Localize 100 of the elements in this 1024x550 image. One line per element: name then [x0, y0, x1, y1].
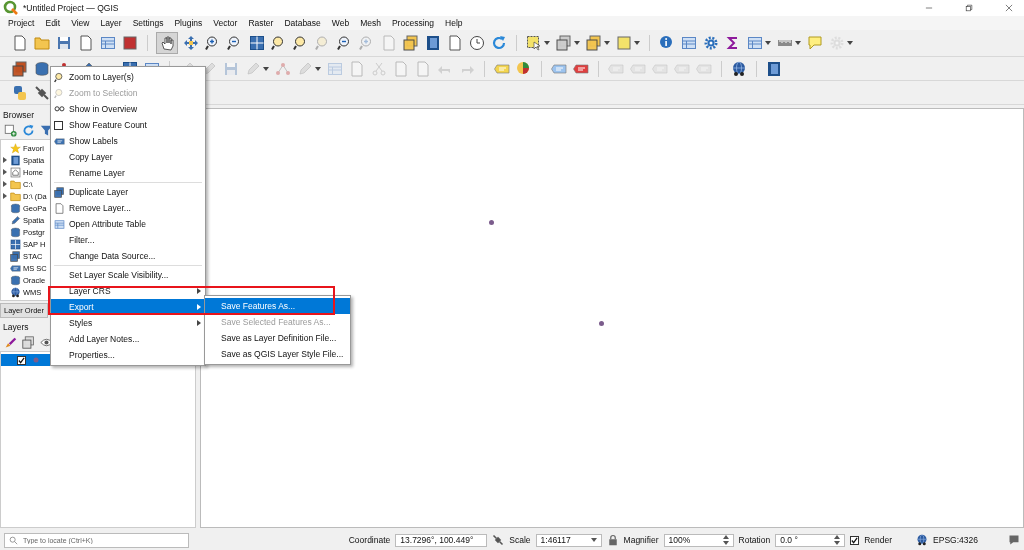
message-icon[interactable] — [1008, 534, 1020, 546]
expand-arrow-icon[interactable] — [2, 169, 8, 175]
layer-icon[interactable] — [403, 35, 419, 51]
menu-item[interactable]: Styles — [51, 315, 205, 331]
save-icon[interactable] — [56, 35, 72, 51]
search-icon[interactable] — [9, 535, 18, 545]
refresh-icon[interactable] — [491, 35, 507, 51]
menu-bar-item[interactable]: Raster — [247, 18, 275, 28]
magnifier-icon[interactable] — [54, 71, 65, 83]
menu-item[interactable]: Add Layer Notes... — [51, 331, 205, 347]
caret-icon[interactable] — [795, 41, 801, 45]
help-book-icon[interactable] — [10, 154, 21, 166]
star-icon[interactable] — [10, 142, 21, 154]
layer-icon[interactable] — [586, 35, 602, 51]
menu-bar-item[interactable]: Vector — [212, 18, 239, 28]
database-icon[interactable] — [10, 226, 21, 238]
menu-bar-item[interactable]: Help — [444, 18, 464, 28]
document-icon[interactable] — [54, 202, 65, 214]
close-icon[interactable] — [1004, 3, 1014, 13]
menu-bar-item[interactable]: Settings — [131, 18, 165, 28]
menu-item[interactable]: Remove Layer... — [51, 200, 205, 216]
expand-arrow-icon[interactable] — [2, 157, 8, 163]
spinner-arrows-icon[interactable] — [834, 535, 841, 545]
hand-icon[interactable] — [157, 33, 177, 53]
menu-item[interactable]: Filter... — [51, 232, 205, 248]
table-icon[interactable] — [54, 218, 65, 230]
menu-item[interactable]: Set Layer Scale Visibility... — [51, 267, 205, 283]
menu-bar-item[interactable]: Processing — [390, 18, 435, 28]
caret-icon[interactable] — [544, 41, 550, 45]
menu-bar-item[interactable]: Edit — [44, 18, 62, 28]
caret-icon[interactable] — [847, 41, 853, 45]
menu-item[interactable]: Save as Layer Definition File... — [205, 330, 350, 346]
menu-bar-item[interactable]: Web — [330, 18, 351, 28]
layer-icon[interactable] — [12, 60, 28, 77]
document-icon[interactable] — [78, 35, 94, 51]
checkbox[interactable] — [850, 535, 860, 545]
caret-icon[interactable] — [634, 41, 640, 45]
spinner-arrows-icon[interactable] — [722, 535, 729, 545]
layer-icon[interactable] — [22, 336, 35, 349]
magnifier-spinbox[interactable]: 100% — [663, 533, 734, 547]
help-book-icon[interactable] — [425, 35, 441, 51]
lock-icon[interactable] — [606, 534, 619, 546]
menu-bar-item[interactable]: View — [70, 18, 91, 28]
document-icon[interactable] — [447, 35, 463, 51]
square-icon[interactable] — [122, 35, 138, 51]
menu-item[interactable]: Change Data Source... — [51, 248, 205, 264]
database-icon[interactable] — [10, 274, 21, 286]
help-book-icon[interactable] — [766, 60, 782, 77]
caret-icon[interactable] — [315, 66, 321, 71]
globe-icon[interactable] — [731, 60, 747, 77]
grid-icon[interactable] — [249, 35, 265, 51]
restore-icon[interactable] — [964, 3, 974, 13]
caret-icon[interactable] — [604, 41, 610, 45]
grid-icon[interactable] — [10, 238, 21, 250]
database-icon[interactable] — [10, 202, 21, 214]
coordinate-field[interactable]: 13.7296°, 100.449° — [395, 533, 488, 547]
menu-item[interactable]: Save as QGIS Layer Style File... — [205, 346, 350, 362]
gear-icon[interactable] — [703, 35, 719, 51]
move-arrows-icon[interactable] — [183, 35, 199, 51]
menu-item[interactable]: Save Features As... — [205, 298, 350, 314]
app-logo-icon[interactable] — [3, 0, 19, 16]
expand-arrow-icon[interactable] — [2, 193, 8, 199]
add-layer-icon[interactable] — [4, 124, 17, 137]
checkbox[interactable] — [17, 355, 26, 365]
rotation-spinbox[interactable]: 0.0 ° — [775, 533, 846, 547]
python-icon[interactable] — [12, 84, 28, 101]
expand-arrow-icon[interactable] — [2, 181, 8, 187]
dropdown-caret-icon[interactable] — [590, 538, 597, 542]
menu-item[interactable]: Zoom to Layer(s) — [51, 69, 205, 85]
menu-bar-item[interactable]: Plugins — [173, 18, 204, 28]
layer-icon[interactable] — [556, 35, 572, 51]
caret-icon[interactable] — [765, 41, 771, 45]
table-icon[interactable] — [681, 35, 697, 51]
menu-item[interactable]: Show Feature Count — [51, 117, 205, 133]
menu-item[interactable]: Rename Layer — [51, 165, 205, 181]
label-tag-icon[interactable] — [10, 262, 21, 274]
table-icon[interactable] — [100, 35, 116, 51]
layer-icon[interactable] — [10, 250, 21, 262]
menu-item[interactable]: Show Labels — [51, 133, 205, 149]
menu-item[interactable]: Show in Overview — [51, 101, 205, 117]
scale-combo[interactable]: 1:46117 — [535, 533, 602, 547]
menu-bar-item[interactable]: Project — [7, 18, 36, 28]
checkbox[interactable] — [54, 120, 63, 130]
database-icon[interactable] — [34, 60, 50, 77]
clock-icon[interactable] — [469, 35, 485, 51]
globe-icon[interactable] — [10, 286, 21, 298]
nodes-icon[interactable] — [275, 60, 291, 77]
menu-bar-item[interactable]: Mesh — [359, 18, 382, 28]
label-tag-icon[interactable] — [54, 135, 65, 147]
pie-icon[interactable] — [516, 60, 532, 77]
menu-item[interactable]: Copy Layer — [51, 149, 205, 165]
brush-icon[interactable] — [4, 336, 17, 349]
document-icon[interactable] — [12, 35, 28, 51]
info-icon[interactable] — [659, 35, 675, 51]
menu-item[interactable]: Properties... — [51, 347, 205, 363]
caret-icon[interactable] — [574, 41, 580, 45]
layer-icon[interactable] — [54, 186, 65, 198]
menu-item[interactable]: Duplicate Layer — [51, 184, 205, 200]
selection-icon[interactable] — [526, 35, 542, 51]
menu-item[interactable]: Open Attribute Table — [51, 216, 205, 232]
